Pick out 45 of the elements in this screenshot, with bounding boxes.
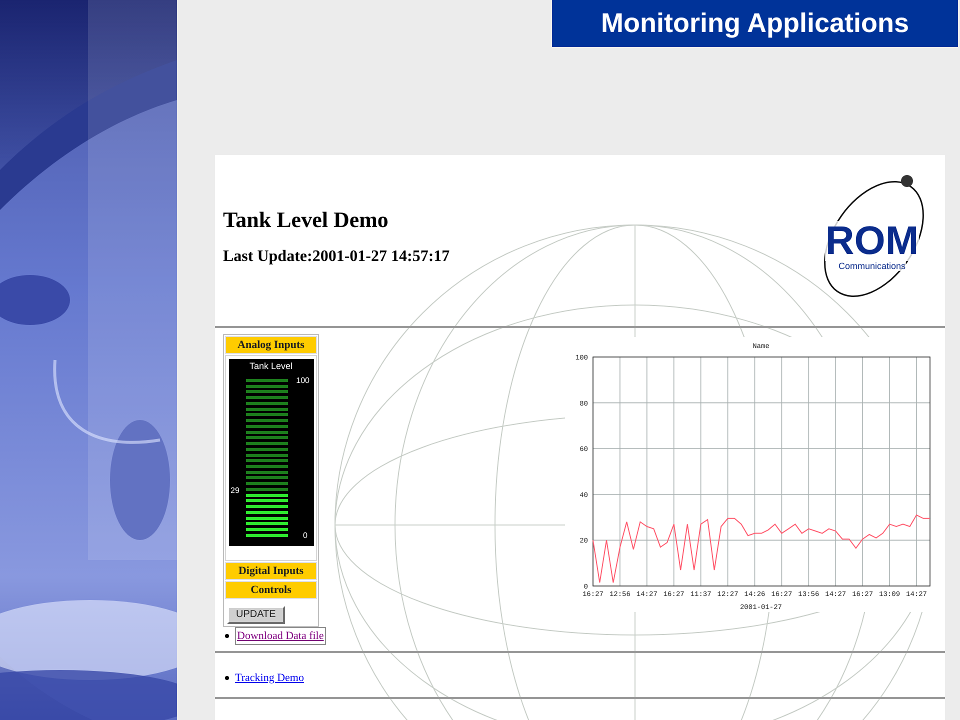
gauge-bar [246, 510, 288, 514]
last-update-text: Last Update:2001-01-27 14:57:17 [223, 247, 450, 267]
gauge-bar [246, 430, 288, 434]
gauge-bar [246, 402, 288, 405]
gauge-bar [246, 459, 288, 462]
bullet-icon [225, 676, 229, 680]
section-header[interactable]: Controls [225, 581, 317, 599]
gauge-bar [246, 379, 288, 382]
bullet-icon [225, 634, 229, 638]
gauge-reading: 29 [230, 486, 240, 496]
gauge-bar [246, 419, 288, 422]
gauge-bar [246, 482, 288, 486]
gauge-bar [246, 396, 288, 400]
gauge-bar [246, 408, 288, 411]
gauge-bar [246, 384, 288, 388]
gauge-bar [246, 488, 288, 491]
gauge-title: Tank Level [249, 361, 293, 372]
logo-text: ROM [825, 220, 919, 260]
gauge-bar [246, 499, 288, 502]
page-heading: Tank Level Demo [223, 207, 390, 233]
gauge-bar [246, 448, 288, 451]
gauge-bar [246, 424, 288, 428]
gauge-bar [246, 516, 288, 520]
gauge-bar [246, 494, 288, 497]
logo-tagline: Communications [838, 260, 906, 270]
page-link[interactable]: Download Data file [235, 626, 326, 646]
gauge-bar [246, 442, 288, 446]
gauge-bar [246, 505, 288, 508]
gauge-min-label: 0 [303, 530, 308, 542]
section-header[interactable]: Digital Inputs [225, 562, 317, 580]
gauge-bar [246, 528, 288, 532]
gauge-bar [246, 436, 288, 440]
update-button[interactable]: UPDATE [227, 606, 285, 624]
gauge-bar [246, 522, 288, 526]
gauge-bar [246, 413, 288, 416]
page-link[interactable]: Tracking Demo [235, 670, 304, 686]
gauge-bar [246, 470, 288, 474]
gauge-bar [246, 390, 288, 394]
gauge-bar [246, 465, 288, 468]
gauge-bar [246, 534, 288, 537]
section-header[interactable]: Analog Inputs [225, 336, 317, 354]
gauge-bar [246, 454, 288, 457]
gauge-bar [246, 476, 288, 480]
slide-title: Monitoring Applications [552, 0, 958, 47]
gauge-max-label: 100 [296, 375, 310, 387]
